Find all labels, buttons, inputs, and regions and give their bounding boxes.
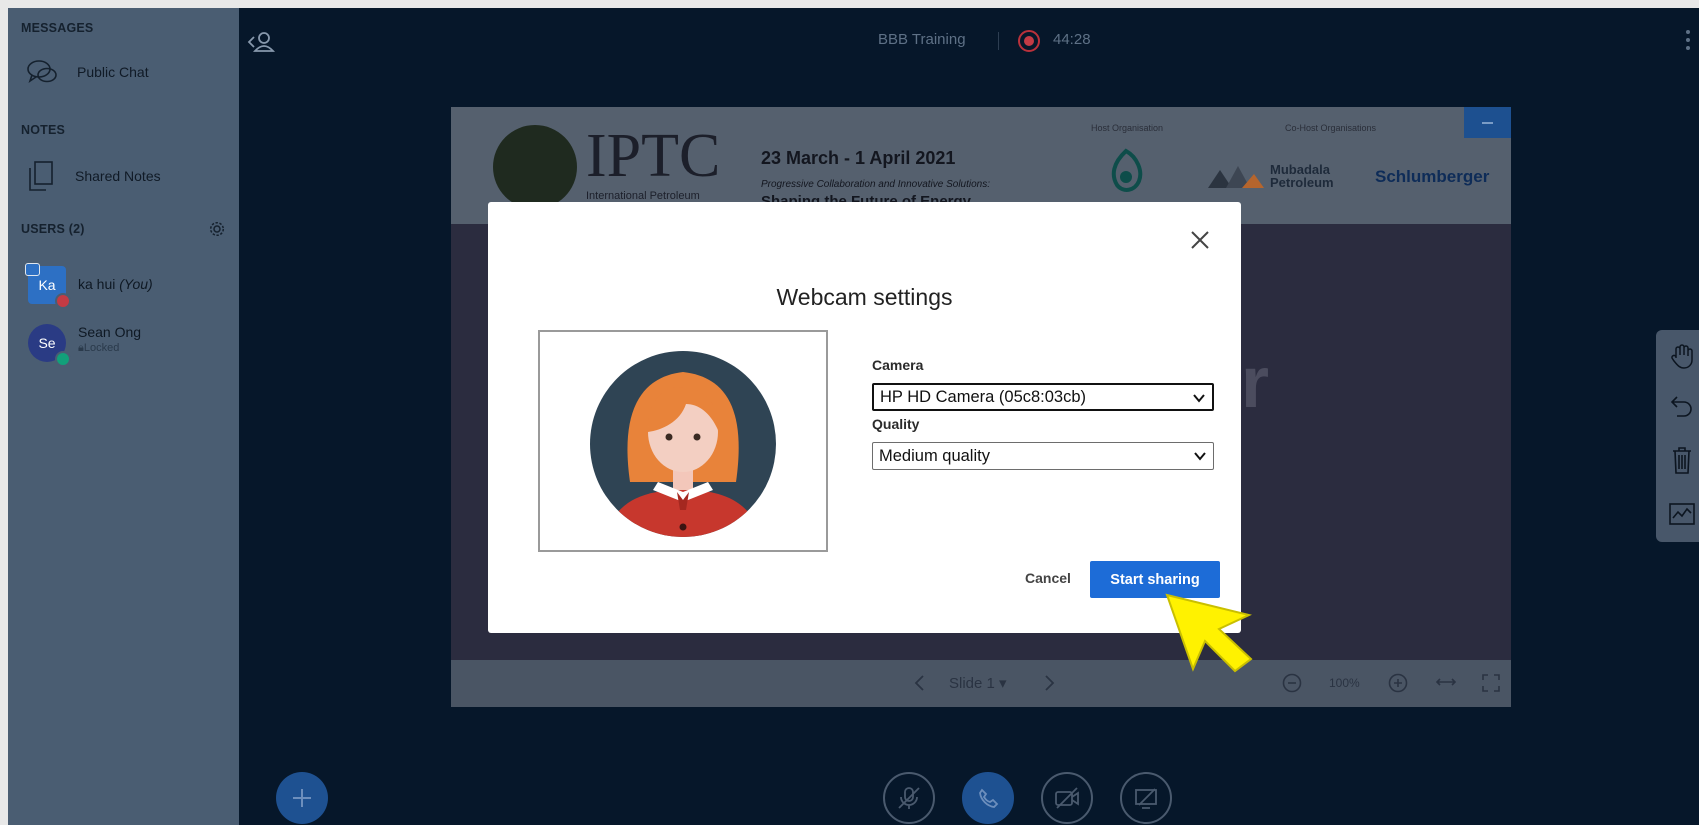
next-slide-icon[interactable]	[1044, 674, 1056, 696]
camera-label: Camera	[872, 357, 924, 373]
slide-label: Slide 1	[949, 675, 995, 692]
user-name: Sean Ong	[78, 324, 142, 340]
iptc-logo-subtitle: International Petroleum	[586, 190, 700, 202]
event-tagline: Progressive Collaboration and Innovative…	[761, 179, 991, 190]
shared-notes-label: Shared Notes	[75, 168, 161, 184]
sidebar: MESSAGES Public Chat NOTES Shared Notes …	[8, 8, 239, 825]
shared-notes-item[interactable]: Shared Notes	[26, 160, 161, 192]
mic-off-icon[interactable]	[883, 772, 935, 824]
users-header: USERS (2)	[21, 222, 85, 236]
phone-icon[interactable]	[962, 772, 1014, 824]
quality-select-value: Medium quality	[879, 446, 990, 465]
default-avatar-image	[590, 351, 776, 537]
slide-background-text: r	[1241, 343, 1270, 423]
petronas-logo-icon	[1107, 147, 1145, 200]
camera-select[interactable]: HP HD Camera (05c8:03cb)	[872, 383, 1214, 411]
mubadala-logo: Mubadala Petroleum	[1206, 162, 1334, 190]
lock-badge-icon	[55, 293, 71, 309]
screen-share-off-icon[interactable]	[1120, 772, 1172, 824]
user-status: 🔒︎Locked	[78, 342, 120, 354]
plus-icon[interactable]	[276, 772, 328, 824]
cursor-arrow-icon	[1163, 591, 1255, 678]
record-icon[interactable]	[1018, 30, 1040, 52]
user-name: ka hui	[78, 276, 116, 292]
camera-off-icon[interactable]	[1041, 772, 1093, 824]
cancel-button[interactable]: Cancel	[1018, 564, 1078, 592]
iptc-logo: IPTC	[586, 122, 721, 190]
modal-title: Webcam settings	[776, 284, 953, 310]
public-chat-label: Public Chat	[77, 64, 149, 80]
collapse-users-icon[interactable]	[246, 30, 276, 59]
iptc-flame-logo	[493, 125, 577, 209]
meeting-title: BBB Training	[878, 31, 966, 48]
user-row[interactable]: Ka ka hui (You)	[25, 263, 153, 309]
webcam-settings-modal: Webcam settings Camera HP HD Camera (05c…	[488, 202, 1241, 633]
fit-width-icon[interactable]	[1435, 675, 1457, 693]
more-icon[interactable]	[1686, 30, 1692, 54]
gear-icon[interactable]	[208, 220, 226, 243]
trash-icon[interactable]	[1664, 442, 1699, 478]
quality-select[interactable]: Medium quality	[872, 442, 1214, 470]
chevron-down-icon	[1192, 391, 1206, 410]
zoom-in-icon[interactable]	[1388, 673, 1408, 697]
zoom-level: 100%	[1329, 676, 1360, 690]
notes-header: NOTES	[21, 123, 66, 137]
avatar-initials: Se	[38, 335, 56, 351]
avatar: Ka	[25, 263, 71, 309]
zoom-out-icon[interactable]	[1282, 673, 1302, 697]
undo-icon[interactable]	[1664, 388, 1699, 424]
headset-badge-icon	[55, 351, 71, 367]
cohost-label: Co-Host Organisations	[1285, 123, 1377, 133]
public-chat-item[interactable]: Public Chat	[26, 58, 149, 86]
close-icon[interactable]	[1188, 228, 1212, 252]
webcam-preview	[538, 330, 828, 552]
notes-icon	[26, 160, 56, 192]
user-row[interactable]: Se Sean Ong 🔒︎Locked	[28, 324, 142, 367]
schlumberger-logo: Schlumberger	[1375, 167, 1490, 186]
host-label: Host Organisation	[1091, 123, 1164, 133]
recording-time: 44:28	[1053, 31, 1091, 48]
chevron-down-icon: ▾	[999, 675, 1007, 692]
fullscreen-icon[interactable]	[1481, 673, 1501, 697]
camera-select-value: HP HD Camera (05c8:03cb)	[880, 387, 1087, 406]
avatar-initials: Ka	[38, 277, 56, 293]
slide-selector[interactable]: Slide 1 ▾	[949, 674, 1007, 692]
multi-user-icon[interactable]	[1664, 496, 1699, 532]
minimize-presentation-button[interactable]	[1464, 107, 1511, 138]
messages-header: MESSAGES	[21, 21, 94, 35]
event-date: 23 March - 1 April 2021	[761, 148, 956, 168]
quality-label: Quality	[872, 416, 920, 432]
presenter-badge-icon	[25, 263, 40, 276]
you-label: (You)	[119, 276, 153, 292]
chevron-down-icon	[1193, 449, 1207, 468]
topbar-divider	[998, 32, 999, 50]
slide-controls: Slide 1 ▾ 100%	[451, 660, 1511, 707]
hand-icon[interactable]	[1664, 338, 1699, 374]
chat-icon	[26, 58, 58, 86]
avatar: Se	[28, 324, 71, 367]
whiteboard-toolbar	[1656, 330, 1699, 542]
prev-slide-icon[interactable]	[913, 674, 925, 696]
